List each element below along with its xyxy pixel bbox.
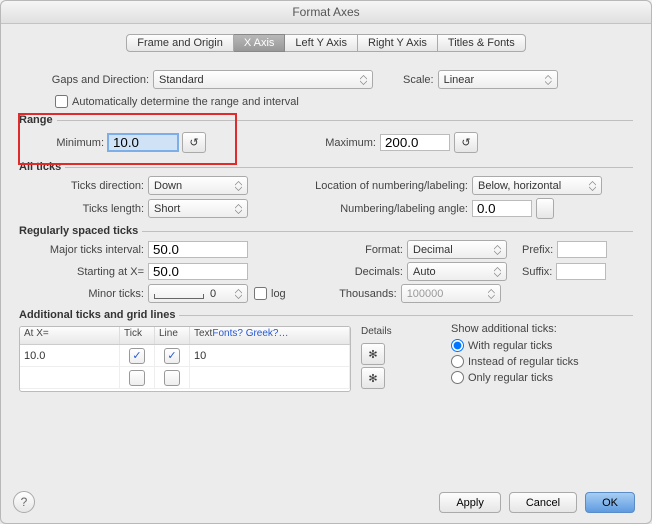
ticks-len-label: Ticks length: bbox=[19, 203, 144, 215]
auto-range-checkbox[interactable] bbox=[55, 95, 68, 108]
window-title: Format Axes bbox=[1, 1, 651, 24]
thousands-label: Thousands: bbox=[322, 288, 397, 300]
log-label: log bbox=[271, 288, 286, 300]
numbering-loc-select[interactable]: Below, horizontal bbox=[472, 176, 602, 195]
help-icon: ? bbox=[21, 495, 28, 509]
thousands-select[interactable]: 100000 bbox=[401, 284, 501, 303]
scale-label: Scale: bbox=[403, 74, 434, 86]
min-reset-button[interactable]: ↺ bbox=[182, 132, 206, 153]
start-at-input[interactable] bbox=[148, 263, 248, 280]
table-row[interactable]: 10.0 ✓ ✓ 10 bbox=[20, 345, 350, 367]
row-gear-button[interactable]: ✻ bbox=[361, 367, 385, 389]
max-label: Maximum: bbox=[306, 137, 376, 149]
tick-checkbox[interactable]: ✓ bbox=[129, 348, 145, 364]
format-axes-dialog: Format Axes Frame and Origin X Axis Left… bbox=[0, 0, 652, 524]
minor-ticks-label: Minor ticks: bbox=[19, 288, 144, 300]
tab-bar: Frame and Origin X Axis Left Y Axis Righ… bbox=[1, 34, 651, 52]
ticks-dir-label: Ticks direction: bbox=[19, 180, 144, 192]
details-label: Details bbox=[361, 323, 441, 340]
col-line-header: Line bbox=[155, 327, 190, 344]
only-regular-radio[interactable] bbox=[451, 371, 464, 384]
reset-icon: ↺ bbox=[461, 136, 470, 149]
reg-ticks-header: Regularly spaced ticks bbox=[19, 225, 138, 237]
show-addl-label: Show additional ticks: bbox=[451, 323, 579, 335]
format-label: Format: bbox=[338, 244, 403, 256]
addl-ticks-header: Additional ticks and grid lines bbox=[19, 309, 175, 321]
auto-range-label: Automatically determine the range and in… bbox=[72, 96, 299, 108]
tick-checkbox[interactable] bbox=[129, 370, 145, 386]
major-int-label: Major ticks interval: bbox=[19, 244, 144, 256]
minor-ticks-select[interactable]: 0 bbox=[148, 284, 248, 303]
min-input[interactable] bbox=[108, 134, 178, 151]
major-int-input[interactable] bbox=[148, 241, 248, 258]
min-label: Minimum: bbox=[19, 137, 104, 149]
ok-button[interactable]: OK bbox=[585, 492, 635, 513]
suffix-input[interactable] bbox=[556, 263, 606, 280]
all-ticks-header: All ticks bbox=[19, 161, 61, 173]
row-gear-button[interactable]: ✻ bbox=[361, 343, 385, 365]
ticks-dir-select[interactable]: Down bbox=[148, 176, 248, 195]
table-row[interactable] bbox=[20, 367, 350, 389]
tab-x-axis[interactable]: X Axis bbox=[234, 34, 286, 52]
col-text-header: Text bbox=[194, 328, 212, 339]
format-select[interactable]: Decimal bbox=[407, 240, 507, 259]
with-regular-radio[interactable] bbox=[451, 339, 464, 352]
help-button[interactable]: ? bbox=[13, 491, 35, 513]
range-header: Range bbox=[19, 114, 53, 126]
tab-titles-fonts[interactable]: Titles & Fonts bbox=[438, 34, 526, 52]
cancel-button[interactable]: Cancel bbox=[509, 492, 577, 513]
tab-frame-origin[interactable]: Frame and Origin bbox=[126, 34, 234, 52]
gear-icon: ✻ bbox=[368, 348, 377, 361]
line-checkbox[interactable]: ✓ bbox=[164, 348, 180, 364]
numbering-loc-label: Location of numbering/labeling: bbox=[268, 180, 468, 192]
numbering-angle-label: Numbering/labeling angle: bbox=[268, 203, 468, 215]
gaps-label: Gaps and Direction: bbox=[19, 74, 149, 86]
suffix-label: Suffix: bbox=[522, 266, 552, 278]
ticks-len-select[interactable]: Short bbox=[148, 199, 248, 218]
decimals-select[interactable]: Auto bbox=[407, 262, 507, 281]
prefix-label: Prefix: bbox=[522, 244, 553, 256]
decimals-label: Decimals: bbox=[338, 266, 403, 278]
col-atx-header: At X= bbox=[20, 327, 120, 344]
prefix-input[interactable] bbox=[557, 241, 607, 258]
numbering-angle-input[interactable] bbox=[472, 200, 532, 217]
scale-select[interactable]: Linear bbox=[438, 70, 558, 89]
tab-right-y-axis[interactable]: Right Y Axis bbox=[358, 34, 438, 52]
instead-of-radio[interactable] bbox=[451, 355, 464, 368]
line-checkbox[interactable] bbox=[164, 370, 180, 386]
max-input[interactable] bbox=[380, 134, 450, 151]
max-reset-button[interactable]: ↺ bbox=[454, 132, 478, 153]
addl-ticks-table: At X= Tick Line TextFonts? Greek?… 10.0 … bbox=[19, 326, 351, 392]
col-tick-header: Tick bbox=[120, 327, 155, 344]
log-checkbox[interactable] bbox=[254, 287, 267, 300]
fonts-greek-link[interactable]: Fonts? Greek?… bbox=[212, 328, 288, 339]
apply-button[interactable]: Apply bbox=[439, 492, 501, 513]
reset-icon: ↺ bbox=[189, 136, 198, 149]
tab-left-y-axis[interactable]: Left Y Axis bbox=[285, 34, 358, 52]
angle-stepper[interactable] bbox=[536, 198, 554, 219]
gaps-select[interactable]: Standard bbox=[153, 70, 373, 89]
start-at-label: Starting at X= bbox=[19, 266, 144, 278]
gear-icon: ✻ bbox=[368, 372, 377, 385]
